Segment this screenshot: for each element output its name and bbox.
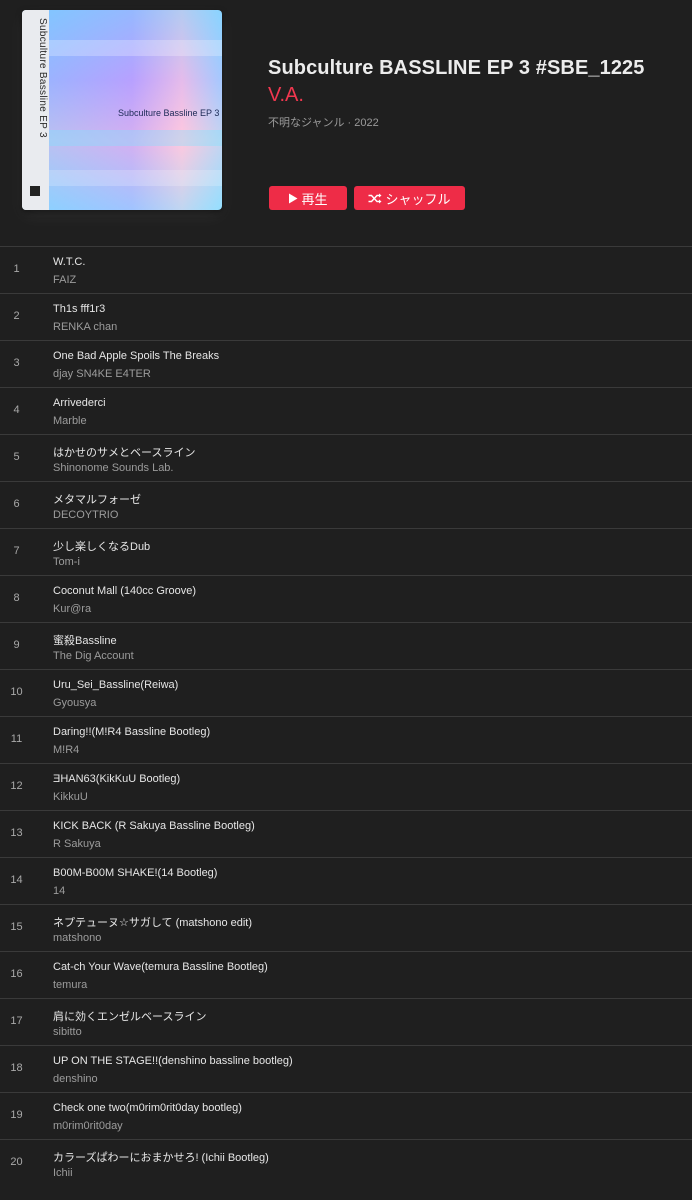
track-title: 蜜殺Bassline <box>53 635 117 647</box>
track-row[interactable]: 9 蜜殺Bassline The Dig Account <box>0 622 692 669</box>
track-artist[interactable]: djay SN4KE E4TER <box>53 368 151 380</box>
track-title: Check one two(m0rim0rit0day bootleg) <box>53 1102 242 1114</box>
track-title: Uru_Sei_Bassline(Reiwa) <box>53 679 179 691</box>
album-artist-link[interactable]: V.A. <box>268 84 304 107</box>
track-row[interactable]: 1 W.T.C. FAIZ <box>0 246 692 293</box>
track-title: Daring!!(M!R4 Bassline Bootleg) <box>53 726 211 738</box>
album-meta: 不明なジャンル · 2022 <box>268 117 379 129</box>
track-row[interactable]: 2 Th1s fff1r3 RENKA chan <box>0 293 692 340</box>
track-title: 少し楽しくなるDub <box>53 541 151 553</box>
track-number: 18 <box>10 1062 23 1074</box>
shuffle-button[interactable]: シャッフル <box>354 186 465 210</box>
track-number: 2 <box>13 310 20 322</box>
play-icon <box>288 193 298 204</box>
shuffle-button-label: シャッフル <box>385 191 451 207</box>
track-row[interactable]: 6 メタマルフォーゼ DECOYTRIO <box>0 481 692 528</box>
track-artist[interactable]: matshono <box>53 932 101 944</box>
track-list: 1 W.T.C. FAIZ 2 Th1s fff1r3 RENKA chan 3… <box>0 246 692 1186</box>
track-row[interactable]: 18 UP ON THE STAGE!!(denshino bassline b… <box>0 1045 692 1092</box>
track-row[interactable]: 4 Arrivederci Marble <box>0 387 692 434</box>
track-row[interactable]: 12 ƎHAN63(KikKuU Bootleg) KikkuU <box>0 763 692 810</box>
track-artist[interactable]: RENKA chan <box>53 321 117 333</box>
play-button[interactable]: 再生 <box>269 186 347 210</box>
track-title: Th1s fff1r3 <box>53 303 106 315</box>
track-title: KICK BACK (R Sakuya Bassline Bootleg) <box>53 820 255 832</box>
track-artist[interactable]: temura <box>53 979 87 991</box>
artwork-band <box>49 130 222 146</box>
track-row[interactable]: 11 Daring!!(M!R4 Bassline Bootleg) M!R4 <box>0 716 692 763</box>
track-number: 11 <box>10 733 23 745</box>
track-number: 3 <box>13 357 20 369</box>
track-artist[interactable]: sibitto <box>53 1026 82 1038</box>
track-title: はかせのサメとベースライン <box>53 447 196 459</box>
track-number: 4 <box>13 404 20 416</box>
track-row[interactable]: 20 カラーズぱわーにおまかせろ! (Ichii Bootleg) Ichii <box>0 1139 692 1186</box>
track-title: One Bad Apple Spoils The Breaks <box>53 350 220 362</box>
track-title: メタマルフォーゼ <box>53 494 141 506</box>
track-artist[interactable]: M!R4 <box>53 744 79 756</box>
track-title: Cat-ch Your Wave(temura Bassline Bootleg… <box>53 961 268 973</box>
track-number: 5 <box>13 451 20 463</box>
track-title: B00M-B00M SHAKE!(14 Bootleg) <box>53 867 218 879</box>
track-title: 肩に効くエンゼルベースライン <box>53 1011 207 1023</box>
track-title: Coconut Mall (140cc Groove) <box>53 585 197 597</box>
track-title: ƎHAN63(KikKuU Bootleg) <box>53 773 181 785</box>
track-row[interactable]: 19 Check one two(m0rim0rit0day bootleg) … <box>0 1092 692 1139</box>
artwork-sidebar-text: Subculture Bassline EP 3 <box>37 18 48 138</box>
play-button-label: 再生 <box>301 191 328 207</box>
track-number: 12 <box>10 780 23 792</box>
track-row[interactable]: 14 B00M-B00M SHAKE!(14 Bootleg) 14 <box>0 857 692 904</box>
album-title: Subculture BASSLINE EP 3 #SBE_1225 <box>268 57 645 79</box>
track-artist[interactable]: Ichii <box>53 1167 73 1179</box>
track-artist[interactable]: The Dig Account <box>53 650 134 662</box>
track-number: 14 <box>10 874 23 886</box>
track-number: 6 <box>13 498 20 510</box>
track-artist[interactable]: Shinonome Sounds Lab. <box>53 462 173 474</box>
track-number: 17 <box>10 1015 23 1027</box>
track-row[interactable]: 8 Coconut Mall (140cc Groove) Kur@ra <box>0 575 692 622</box>
track-number: 7 <box>13 545 20 557</box>
track-row[interactable]: 3 One Bad Apple Spoils The Breaks djay S… <box>0 340 692 387</box>
track-artist[interactable]: R Sakuya <box>53 838 101 850</box>
track-row[interactable]: 15 ネプテューヌ☆サガして (matshono edit) matshono <box>0 904 692 951</box>
track-artist[interactable]: KikkuU <box>53 791 88 803</box>
album-header: Subculture Bassline EP 3 Subculture Bass… <box>0 0 692 246</box>
shuffle-icon <box>368 193 382 204</box>
artwork-band <box>49 170 222 186</box>
track-title: UP ON THE STAGE!!(denshino bassline boot… <box>53 1055 293 1067</box>
track-title: Arrivederci <box>53 397 106 409</box>
track-artist[interactable]: Marble <box>53 415 87 427</box>
artwork-band <box>49 40 222 56</box>
track-title: W.T.C. <box>53 256 86 268</box>
album-artwork[interactable]: Subculture Bassline EP 3 Subculture Bass… <box>22 10 222 210</box>
track-number: 10 <box>10 686 23 698</box>
track-row[interactable]: 5 はかせのサメとベースライン Shinonome Sounds Lab. <box>0 434 692 481</box>
track-row[interactable]: 16 Cat-ch Your Wave(temura Bassline Boot… <box>0 951 692 998</box>
track-number: 8 <box>13 592 20 604</box>
track-title: カラーズぱわーにおまかせろ! (Ichii Bootleg) <box>53 1152 269 1164</box>
track-number: 9 <box>13 639 20 651</box>
track-artist[interactable]: Tom-i <box>53 556 80 568</box>
track-artist[interactable]: FAIZ <box>53 274 76 286</box>
track-artist[interactable]: m0rim0rit0day <box>53 1120 123 1132</box>
track-row[interactable]: 10 Uru_Sei_Bassline(Reiwa) Gyousya <box>0 669 692 716</box>
track-number: 15 <box>10 921 23 933</box>
track-artist[interactable]: 14 <box>53 885 65 897</box>
track-number: 16 <box>10 968 23 980</box>
track-artist[interactable]: DECOYTRIO <box>53 509 118 521</box>
track-number: 13 <box>10 827 23 839</box>
track-artist[interactable]: denshino <box>53 1073 98 1085</box>
track-row[interactable]: 13 KICK BACK (R Sakuya Bassline Bootleg)… <box>0 810 692 857</box>
artwork-sidebar: Subculture Bassline EP 3 <box>22 10 49 210</box>
artwork-logo-icon <box>30 186 40 196</box>
track-number: 1 <box>13 263 20 275</box>
track-artist[interactable]: Gyousya <box>53 697 96 709</box>
artwork-title: Subculture Bassline EP 3 <box>118 108 220 118</box>
track-number: 20 <box>10 1156 23 1168</box>
track-number: 19 <box>10 1109 23 1121</box>
track-title: ネプテューヌ☆サガして (matshono edit) <box>53 917 253 929</box>
track-row[interactable]: 17 肩に効くエンゼルベースライン sibitto <box>0 998 692 1045</box>
track-row[interactable]: 7 少し楽しくなるDub Tom-i <box>0 528 692 575</box>
track-artist[interactable]: Kur@ra <box>53 603 91 615</box>
